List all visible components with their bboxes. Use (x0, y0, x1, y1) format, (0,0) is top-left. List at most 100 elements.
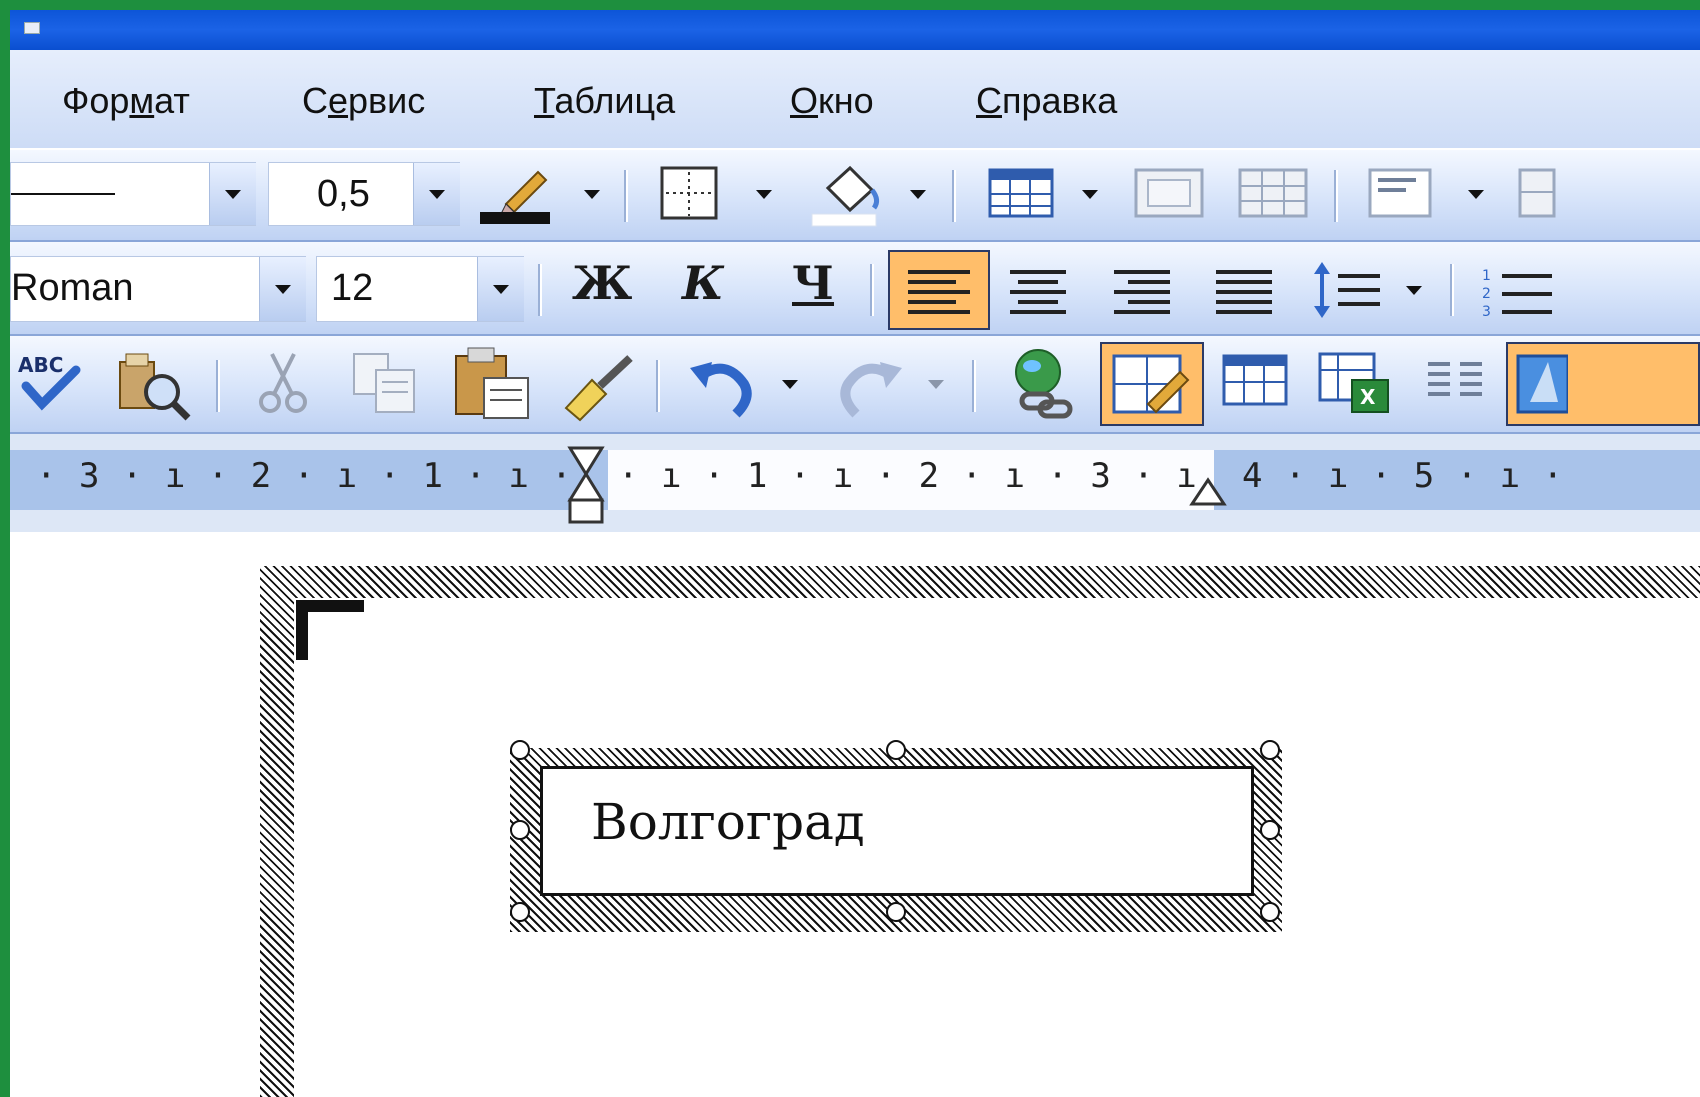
spelling-check-icon[interactable]: ABC (14, 346, 94, 422)
tables-borders-toggle-button[interactable] (1100, 342, 1204, 426)
justify-icon[interactable] (1210, 256, 1280, 326)
resize-handle-bottom[interactable] (886, 902, 906, 922)
resize-handle-top-left[interactable] (510, 740, 530, 760)
svg-text:1: 1 (1482, 268, 1491, 284)
merge-cells-icon[interactable] (1132, 166, 1208, 222)
tables-borders-toolbar: 0,5 (10, 150, 1700, 242)
border-color-dropdown-arrow[interactable] (584, 190, 600, 199)
line-style-select[interactable] (10, 162, 256, 226)
menu-format[interactable]: Формат (62, 80, 190, 122)
menu-window-label: кно (818, 80, 874, 121)
line-style-dropdown-button[interactable] (209, 163, 256, 225)
tables-borders-icon (1112, 354, 1190, 414)
menu-service[interactable]: Сервис (302, 80, 425, 122)
undo-dropdown-arrow[interactable] (782, 380, 798, 389)
toolbar-separator-9 (972, 360, 974, 412)
align-right-icon[interactable] (1108, 256, 1178, 326)
svg-text:3: 3 (1482, 304, 1491, 320)
right-indent-marker-icon[interactable] (1188, 474, 1228, 508)
hyperlink-icon[interactable] (1002, 344, 1088, 424)
line-spacing-icon[interactable] (1310, 254, 1390, 328)
font-name-select[interactable]: Roman (10, 256, 306, 322)
toolbar-separator-2 (952, 170, 954, 222)
word-window: Формат Сервис Таблица Окно Справка 0,5 R… (10, 10, 1700, 1097)
redo-icon[interactable] (836, 348, 906, 418)
resize-handle-top[interactable] (886, 740, 906, 760)
undo-icon[interactable] (686, 348, 756, 418)
title-bar (10, 10, 1700, 50)
system-menu-icon[interactable] (24, 22, 40, 34)
copy-icon[interactable] (348, 348, 428, 418)
insert-table-dropdown-arrow[interactable] (1082, 190, 1098, 199)
line-weight-select[interactable]: 0,5 (268, 162, 460, 226)
toolbar-separator-7 (216, 360, 218, 412)
svg-text:X: X (1360, 385, 1376, 409)
font-size-select[interactable]: 12 (316, 256, 524, 322)
italic-button[interactable]: К (682, 256, 724, 310)
line-weight-dropdown-button[interactable] (413, 163, 460, 225)
resize-handle-top-right[interactable] (1260, 740, 1280, 760)
insert-table-icon[interactable] (986, 166, 1058, 222)
shading-dropdown-arrow[interactable] (910, 190, 926, 199)
bold-button[interactable]: Ж (572, 256, 632, 310)
menu-table-accel: Т (534, 80, 555, 121)
menu-window[interactable]: Окно (790, 80, 874, 122)
resize-handle-bottom-left[interactable] (510, 902, 530, 922)
distribute-rows-icon[interactable] (1516, 166, 1556, 222)
resize-handle-right[interactable] (1260, 820, 1280, 840)
format-painter-icon[interactable] (556, 346, 642, 422)
align-left-button[interactable] (888, 250, 990, 330)
toolbar-separator-6 (1450, 264, 1452, 316)
align-center-icon[interactable] (1004, 256, 1074, 326)
font-name-value: Roman (11, 267, 134, 309)
ruler-right-labels: · ı · 1 · ı · 2 · ı · 3 · ı (618, 456, 1198, 496)
ruler-far-labels: 4 · ı · 5 · ı · (1242, 456, 1565, 496)
pencil-color-icon[interactable] (476, 162, 556, 226)
columns-icon[interactable] (1422, 352, 1492, 412)
toolbar-separator (624, 170, 626, 222)
textbox[interactable]: Волгоград (540, 766, 1254, 896)
menu-help-accel: С (976, 80, 1002, 121)
menu-service-label-a: С (302, 80, 328, 121)
indent-marker-icon[interactable] (566, 444, 606, 526)
resize-handle-bottom-right[interactable] (1260, 902, 1280, 922)
toolbar-separator-3 (1334, 170, 1336, 222)
svg-text:ABC: ABC (18, 353, 63, 377)
toolbar-separator-8 (656, 360, 658, 412)
formatting-toolbar: Roman 12 Ж К Ч 1 2 3 (10, 242, 1700, 336)
cell-alignment-icon[interactable] (1366, 166, 1436, 222)
split-cells-icon[interactable] (1236, 166, 1312, 222)
menu-format-label-a: Фор (62, 80, 130, 121)
menu-help[interactable]: Справка (976, 80, 1117, 122)
line-weight-value: 0,5 (317, 173, 370, 215)
font-name-dropdown-button[interactable] (259, 257, 306, 321)
borders-icon[interactable] (658, 164, 722, 224)
insert-excel-worksheet-icon[interactable]: X (1316, 348, 1396, 418)
cell-alignment-dropdown-arrow[interactable] (1468, 190, 1484, 199)
paste-icon[interactable] (450, 344, 536, 422)
menu-service-accel: е (328, 80, 349, 121)
menu-table-label: аблица (554, 80, 676, 121)
redo-dropdown-arrow[interactable] (928, 380, 944, 389)
margin-corner-mark (296, 600, 364, 660)
insert-table-icon-2[interactable] (1220, 352, 1292, 412)
menu-window-accel: О (790, 80, 819, 121)
research-icon[interactable] (114, 346, 194, 422)
borders-dropdown-arrow[interactable] (756, 190, 772, 199)
drawing-icon (1516, 354, 1570, 414)
underline-button[interactable]: Ч (792, 256, 834, 310)
font-size-dropdown-button[interactable] (477, 257, 524, 321)
line-spacing-dropdown-arrow[interactable] (1406, 286, 1422, 295)
menu-table[interactable]: Таблица (534, 80, 675, 122)
resize-handle-left[interactable] (510, 820, 530, 840)
cut-icon[interactable] (250, 348, 320, 418)
toolbar-separator-5 (870, 264, 872, 316)
menu-format-accel: м (129, 80, 155, 121)
standard-toolbar: ABC X (10, 336, 1700, 434)
drawing-toggle-button[interactable] (1506, 342, 1700, 426)
shading-color-icon[interactable] (806, 158, 886, 228)
ruler-left-labels: · 3 · ı · 2 · ı · 1 · ı · (36, 456, 573, 496)
textbox-text[interactable]: Волгоград (591, 793, 865, 851)
numbering-icon[interactable]: 1 2 3 (1476, 254, 1556, 328)
toolbar-separator-4 (538, 264, 540, 316)
